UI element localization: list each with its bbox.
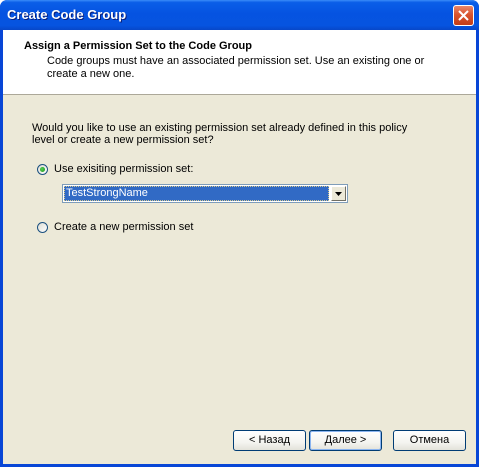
wizard-step-description: Code groups must have an associated perm… xyxy=(47,55,425,80)
use-existing-option[interactable]: Use exisiting permission set: xyxy=(37,162,193,176)
back-button[interactable]: < Назад xyxy=(233,430,306,451)
close-icon xyxy=(458,10,469,21)
wizard-header: Assign a Permission Set to the Code Grou… xyxy=(3,30,476,95)
use-existing-label[interactable]: Use exisiting permission set: xyxy=(54,163,193,175)
radio-selected-dot xyxy=(40,166,45,172)
create-new-radio[interactable] xyxy=(37,221,48,233)
dropdown-button[interactable] xyxy=(331,186,346,201)
cancel-button[interactable]: Отмена xyxy=(393,430,466,451)
wizard-step-title: Assign a Permission Set to the Code Grou… xyxy=(24,40,252,52)
close-button[interactable] xyxy=(453,5,474,26)
permission-set-dropdown[interactable]: TestStrongName xyxy=(62,184,348,203)
dialog-window: Create Code Group Assign a Permission Se… xyxy=(0,0,479,467)
create-new-option[interactable]: Create a new permission set xyxy=(37,220,193,234)
use-existing-radio[interactable] xyxy=(37,163,48,175)
permission-set-selected-value: TestStrongName xyxy=(64,186,329,201)
question-text: Would you like to use an existing permis… xyxy=(32,122,408,146)
next-button[interactable]: Далее > xyxy=(309,430,382,451)
dialog-client-area: Assign a Permission Set to the Code Grou… xyxy=(3,30,476,464)
chevron-down-icon xyxy=(335,192,342,196)
create-new-label[interactable]: Create a new permission set xyxy=(54,221,193,233)
title-bar[interactable]: Create Code Group xyxy=(0,0,479,30)
window-title: Create Code Group xyxy=(7,7,127,22)
